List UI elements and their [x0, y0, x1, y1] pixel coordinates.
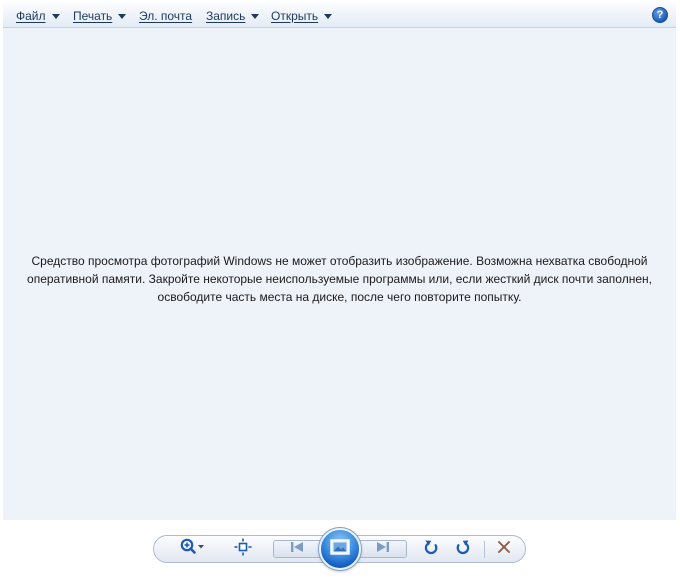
menu-bar: Файл Печать Эл. почта Запись Открыть ?: [3, 3, 676, 28]
chevron-down-icon: [51, 13, 60, 19]
menu-burn[interactable]: Запись: [206, 3, 260, 28]
bottom-panel: [3, 520, 676, 577]
rotate-clockwise-button[interactable]: [452, 539, 474, 559]
menu-open[interactable]: Открыть: [271, 3, 333, 28]
toolbar-separator: [484, 541, 485, 558]
error-message: Средство просмотра фотографий Windows не…: [23, 252, 656, 306]
image-viewing-area: Средство просмотра фотографий Windows не…: [3, 28, 676, 520]
menu-print-label: Печать: [73, 8, 113, 23]
next-button[interactable]: [366, 539, 400, 559]
actual-size-button[interactable]: [232, 538, 254, 561]
help-button[interactable]: ?: [652, 7, 668, 23]
photo-viewer-window: Файл Печать Эл. почта Запись Открыть ? С…: [3, 3, 676, 577]
previous-icon: [289, 540, 305, 558]
menu-file-label: Файл: [16, 8, 46, 23]
chevron-down-icon: [251, 13, 260, 19]
delete-button[interactable]: [493, 539, 515, 559]
rotate-counterclockwise-button[interactable]: [420, 539, 442, 559]
actual-size-icon: [234, 538, 252, 561]
chevron-down-icon: [324, 13, 333, 19]
menu-open-label: Открыть: [271, 8, 319, 23]
menu-print[interactable]: Печать: [73, 3, 127, 28]
delete-icon: [497, 540, 511, 559]
slideshow-button[interactable]: [319, 528, 361, 570]
chevron-down-icon: [118, 13, 127, 19]
zoom-icon: [178, 538, 206, 561]
rotate-counterclockwise-icon: [423, 538, 439, 561]
menu-email-label: Эл. почта: [139, 8, 193, 23]
previous-button[interactable]: [280, 539, 314, 559]
rotate-clockwise-icon: [455, 538, 471, 561]
error-message-line-2: оперативной памяти. Закройте некоторые н…: [27, 272, 652, 286]
navigation-toolbar: [153, 528, 526, 570]
menu-file[interactable]: Файл: [16, 3, 60, 28]
error-message-line-1: Средство просмотра фотографий Windows не…: [31, 254, 648, 268]
menu-burn-label: Запись: [206, 8, 246, 23]
slideshow-icon: [330, 538, 350, 560]
help-icon: ?: [656, 9, 664, 21]
next-icon: [375, 540, 391, 558]
menu-email[interactable]: Эл. почта: [139, 3, 192, 28]
zoom-button[interactable]: [176, 538, 208, 561]
error-message-line-3: освободите часть места на диске, после ч…: [157, 290, 522, 304]
